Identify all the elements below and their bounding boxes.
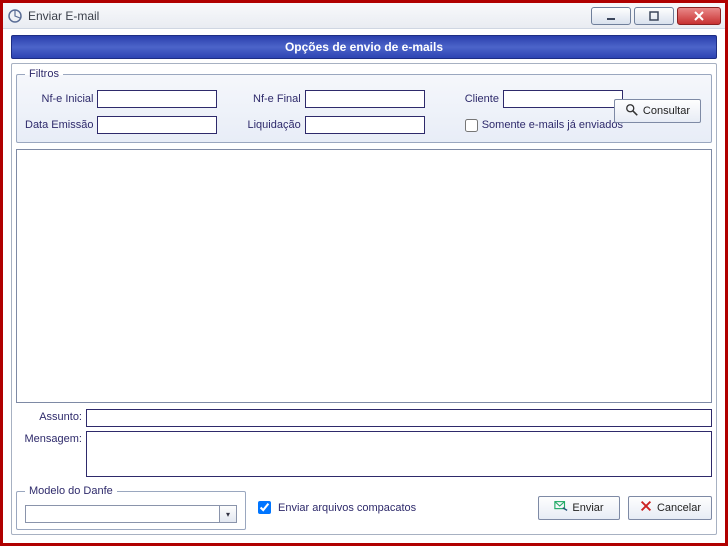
chevron-down-icon[interactable]: ▾ <box>219 505 237 523</box>
window-title: Enviar E-mail <box>28 9 99 23</box>
assunto-label: Assunto: <box>16 409 82 423</box>
somente-enviados-checkbox[interactable] <box>465 119 478 132</box>
consultar-button[interactable]: Consultar <box>614 99 701 123</box>
assunto-input[interactable] <box>86 409 712 427</box>
nfe-inicial-label: Nf-e Inicial <box>25 93 97 105</box>
cliente-label: Cliente <box>465 93 503 105</box>
minimize-button[interactable] <box>591 7 631 25</box>
nfe-final-input[interactable] <box>305 90 425 108</box>
bottom-bar: Modelo do Danfe ▾ Enviar arquivos compac… <box>16 485 712 530</box>
modelo-group: Modelo do Danfe ▾ <box>16 485 246 530</box>
titlebar: Enviar E-mail <box>3 3 725 29</box>
send-icon <box>554 499 568 516</box>
nfe-final-label: Nf-e Final <box>247 93 304 105</box>
mensagem-input[interactable] <box>86 431 712 477</box>
filters-group: Filtros Nf-e Inicial Nf-e Final Cliente … <box>16 68 712 143</box>
nfe-inicial-input[interactable] <box>97 90 217 108</box>
results-list[interactable] <box>16 149 712 403</box>
filters-legend: Filtros <box>25 68 63 80</box>
cancelar-label: Cancelar <box>657 502 701 514</box>
modelo-input[interactable] <box>25 505 219 523</box>
cancel-icon <box>639 499 653 516</box>
data-emissao-input[interactable] <box>97 116 217 134</box>
banner-title: Opções de envio de e-mails <box>11 35 717 59</box>
compact-checkbox[interactable] <box>258 501 271 514</box>
consultar-label: Consultar <box>643 105 690 117</box>
window-frame: Enviar E-mail Opções de envio de e-mails… <box>0 0 728 546</box>
somente-enviados-checkbox-wrap[interactable]: Somente e-mails já enviados <box>465 119 623 132</box>
client-area: Filtros Nf-e Inicial Nf-e Final Cliente … <box>11 63 717 535</box>
cancelar-button[interactable]: Cancelar <box>628 496 712 520</box>
mensagem-label: Mensagem: <box>16 431 82 445</box>
window-controls <box>588 7 721 25</box>
enviar-label: Enviar <box>572 502 603 514</box>
modelo-legend: Modelo do Danfe <box>25 485 117 497</box>
data-emissao-label: Data Emissão <box>25 119 97 131</box>
somente-enviados-label: Somente e-mails já enviados <box>482 119 623 131</box>
search-icon <box>625 103 639 120</box>
cliente-input[interactable] <box>503 90 623 108</box>
compact-checkbox-wrap[interactable]: Enviar arquivos compacatos <box>254 498 416 517</box>
modelo-combobox[interactable]: ▾ <box>25 505 237 523</box>
compact-label: Enviar arquivos compacatos <box>278 502 416 514</box>
app-icon <box>7 8 23 24</box>
liquidacao-label: Liquidação <box>247 119 304 131</box>
enviar-button[interactable]: Enviar <box>538 496 620 520</box>
liquidacao-input[interactable] <box>305 116 425 134</box>
close-button[interactable] <box>677 7 721 25</box>
maximize-button[interactable] <box>634 7 674 25</box>
